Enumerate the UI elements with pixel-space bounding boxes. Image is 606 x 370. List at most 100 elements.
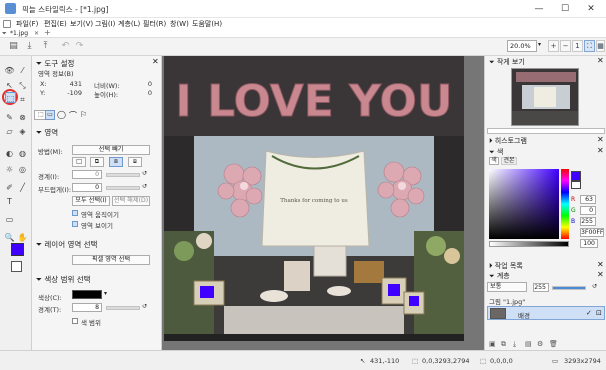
- select-all-button[interactable]: 모두 선택(I): [72, 196, 110, 206]
- fit-window-icon[interactable]: ⛶: [584, 40, 595, 52]
- redo-icon[interactable]: ↷: [74, 41, 85, 52]
- layer-opacity-slider[interactable]: [552, 286, 586, 290]
- b-channel-field[interactable]: 255: [580, 217, 596, 226]
- hex-field[interactable]: 3F00FF: [580, 228, 604, 237]
- open-file-icon[interactable]: ⤓: [24, 41, 35, 52]
- zoom-out-icon[interactable]: −: [560, 40, 571, 52]
- deselect-button[interactable]: 선택 해제(D): [112, 196, 150, 206]
- color-picker-field[interactable]: [489, 169, 559, 239]
- layer-properties-icon[interactable]: ⚙: [537, 340, 543, 348]
- range-border-slider[interactable]: [106, 306, 140, 310]
- panel-close-icon[interactable]: ✕: [152, 57, 159, 66]
- new-layer-icon[interactable]: ▣: [489, 340, 496, 348]
- ellipse-select-icon[interactable]: ◯: [57, 110, 66, 119]
- close-button[interactable]: ✕: [580, 2, 602, 16]
- feather-field[interactable]: 0: [72, 183, 102, 192]
- rect-select-active-icon[interactable]: ▭: [45, 110, 55, 120]
- color-close-icon[interactable]: ✕: [597, 146, 604, 155]
- zoom-tool-icon[interactable]: 🔍: [4, 232, 15, 243]
- view-options-icon[interactable]: ▦: [596, 40, 605, 52]
- menu-window[interactable]: 창(W): [170, 18, 189, 30]
- secondary-color-swatch[interactable]: [11, 261, 22, 272]
- feather-reset-icon[interactable]: ↺: [142, 183, 147, 190]
- preview-zoom-slider[interactable]: [487, 128, 605, 134]
- border-reset-icon[interactable]: ↺: [142, 170, 147, 177]
- new-file-icon[interactable]: ▤: [8, 41, 19, 52]
- preview-close-icon[interactable]: ✕: [597, 56, 604, 65]
- menu-file[interactable]: 파일(F): [16, 18, 38, 30]
- zoom-dropdown-icon[interactable]: ▾: [538, 41, 541, 48]
- range-border-field[interactable]: 8: [72, 303, 102, 312]
- smudge-tool-icon[interactable]: ◐: [4, 148, 15, 159]
- fill-tool-icon[interactable]: ◈: [17, 126, 28, 137]
- primary-color-swatch[interactable]: [11, 243, 24, 256]
- delete-layer-icon[interactable]: 🗑: [549, 340, 558, 348]
- line-tool-icon[interactable]: ╱: [17, 182, 28, 193]
- tab-close-icon[interactable]: ✕: [34, 30, 39, 38]
- tab-menu-icon[interactable]: ⏷: [2, 30, 7, 38]
- layers-close-icon[interactable]: ✕: [597, 270, 604, 279]
- view-tool-icon[interactable]: 👁: [4, 65, 15, 76]
- maximize-button[interactable]: ☐: [554, 2, 576, 16]
- menu-layer[interactable]: 계층(L): [118, 18, 140, 30]
- method-select[interactable]: 선택 빼기: [72, 145, 150, 155]
- layer-row-background[interactable]: 배경 ✓ ⊡: [487, 306, 605, 320]
- color-tab-swatches[interactable]: 견본: [501, 157, 517, 165]
- layer-folder-icon[interactable]: ▤: [525, 340, 532, 348]
- minimize-button[interactable]: —: [528, 2, 550, 16]
- border-slider[interactable]: [106, 173, 140, 177]
- menu-image[interactable]: 그림(I): [95, 18, 115, 30]
- save-file-icon[interactable]: ⤒: [40, 41, 51, 52]
- pen-tool-icon[interactable]: ✐: [4, 182, 15, 193]
- app-menu-icon[interactable]: [3, 20, 11, 28]
- layer-lock-icon[interactable]: ⊡: [596, 309, 602, 317]
- menu-help[interactable]: 도움말(H): [192, 18, 222, 30]
- eraser-tool-icon[interactable]: ▱: [4, 126, 15, 137]
- histogram-close-icon[interactable]: ✕: [597, 135, 604, 144]
- border-field[interactable]: 0: [72, 170, 102, 179]
- tab-document[interactable]: *1.jpg: [10, 30, 28, 38]
- range-color-swatch[interactable]: [72, 290, 102, 299]
- lasso-select-icon[interactable]: ⌒: [69, 110, 77, 121]
- alpha-slider[interactable]: [489, 241, 569, 247]
- magic-wand-icon[interactable]: ⚐: [80, 110, 87, 119]
- blur-tool-icon[interactable]: ◍: [17, 148, 28, 159]
- blend-mode-select[interactable]: 보통: [487, 282, 527, 292]
- move-region-checkbox[interactable]: [72, 210, 78, 216]
- mode-intersect-icon[interactable]: ⧇: [128, 157, 142, 167]
- text-tool-icon[interactable]: T: [4, 196, 15, 207]
- range-border-reset-icon[interactable]: ↺: [142, 303, 147, 310]
- alpha-field[interactable]: 100: [580, 239, 598, 248]
- copy-layer-icon[interactable]: ⧉: [501, 340, 506, 349]
- transform-tool-icon[interactable]: ⤡: [17, 80, 28, 91]
- color-tab-color[interactable]: 색: [489, 157, 499, 165]
- menu-filter[interactable]: 필터(R): [143, 18, 166, 30]
- zoom-select[interactable]: 20.0%: [507, 40, 537, 52]
- new-tab-icon[interactable]: +: [44, 29, 51, 37]
- feather-slider[interactable]: [106, 186, 140, 190]
- brush-tool-icon[interactable]: ✎: [4, 112, 15, 123]
- r-channel-field[interactable]: 63: [580, 195, 596, 204]
- menu-view[interactable]: 보기(V): [70, 18, 93, 30]
- dodge-tool-icon[interactable]: ☼: [4, 164, 15, 175]
- gradient-tool-icon[interactable]: ▭: [4, 214, 15, 225]
- pixel-select-button[interactable]: 픽셀 영역 선택: [72, 255, 150, 265]
- hand-tool-icon[interactable]: ✋: [17, 232, 28, 243]
- clone-tool-icon[interactable]: ⊗: [17, 112, 28, 123]
- layer-visible-icon[interactable]: ✓: [586, 309, 592, 317]
- select-tool-icon[interactable]: ⬚: [5, 92, 16, 103]
- sponge-tool-icon[interactable]: ◎: [17, 164, 28, 175]
- eyedropper-tool-icon[interactable]: ⁄: [17, 65, 28, 76]
- hue-slider[interactable]: [561, 169, 569, 239]
- range-color-dropdown-icon[interactable]: ▾: [104, 290, 107, 297]
- opacity-reset-icon[interactable]: ↺: [592, 283, 597, 290]
- actual-size-icon[interactable]: 1: [572, 40, 583, 52]
- merge-layer-icon[interactable]: ⤓: [513, 340, 516, 349]
- history-close-icon[interactable]: ✕: [597, 260, 604, 269]
- mode-add-icon[interactable]: ⧉: [90, 157, 104, 167]
- zoom-in-icon[interactable]: +: [548, 40, 559, 52]
- mode-new-icon[interactable]: □: [72, 157, 86, 167]
- g-channel-field[interactable]: 0: [580, 206, 596, 215]
- crop-tool-icon[interactable]: ⌗: [17, 94, 28, 105]
- preview-thumbnail[interactable]: [511, 68, 579, 126]
